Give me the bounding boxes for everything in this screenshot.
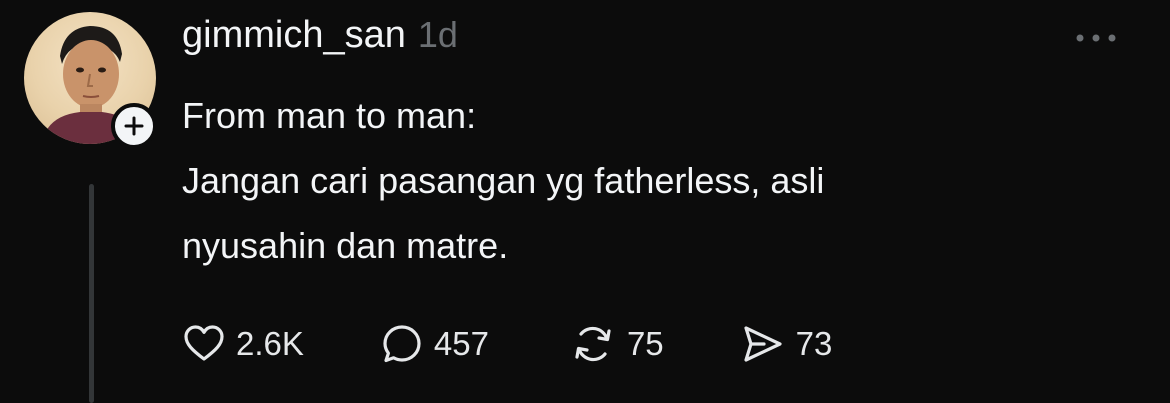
heart-icon (184, 325, 224, 361)
repost-button[interactable]: 75 (569, 322, 664, 366)
plus-icon (124, 116, 144, 136)
post-text-line: nyusahin dan matre. (182, 225, 509, 266)
repost-icon (575, 326, 611, 362)
post-text-line: Jangan cari pasangan yg fatherless, asli (182, 160, 825, 201)
more-options-button[interactable] (1066, 26, 1126, 50)
post-header: gimmich_san 1d (182, 14, 458, 57)
post-text-line: From man to man: (182, 95, 477, 136)
post-body: From man to man: Jangan cari pasangan yg… (182, 83, 1082, 278)
share-count: 73 (795, 325, 833, 362)
thread-line (89, 184, 94, 403)
share-button[interactable]: 73 (740, 322, 833, 366)
like-button[interactable]: 2.6K (182, 322, 304, 366)
follow-button[interactable] (111, 103, 157, 149)
send-icon (744, 326, 782, 362)
reply-count: 457 (433, 325, 489, 362)
post-actions: 2.6K 457 75 73 (182, 322, 832, 366)
author-username[interactable]: gimmich_san (182, 14, 406, 57)
repost-count: 75 (626, 325, 664, 362)
like-count: 2.6K (236, 325, 304, 362)
post-timestamp: 1d (417, 14, 458, 55)
ellipsis-icon (1076, 34, 1116, 42)
comment-bubble-icon (383, 325, 421, 363)
reply-button[interactable]: 457 (380, 322, 489, 366)
